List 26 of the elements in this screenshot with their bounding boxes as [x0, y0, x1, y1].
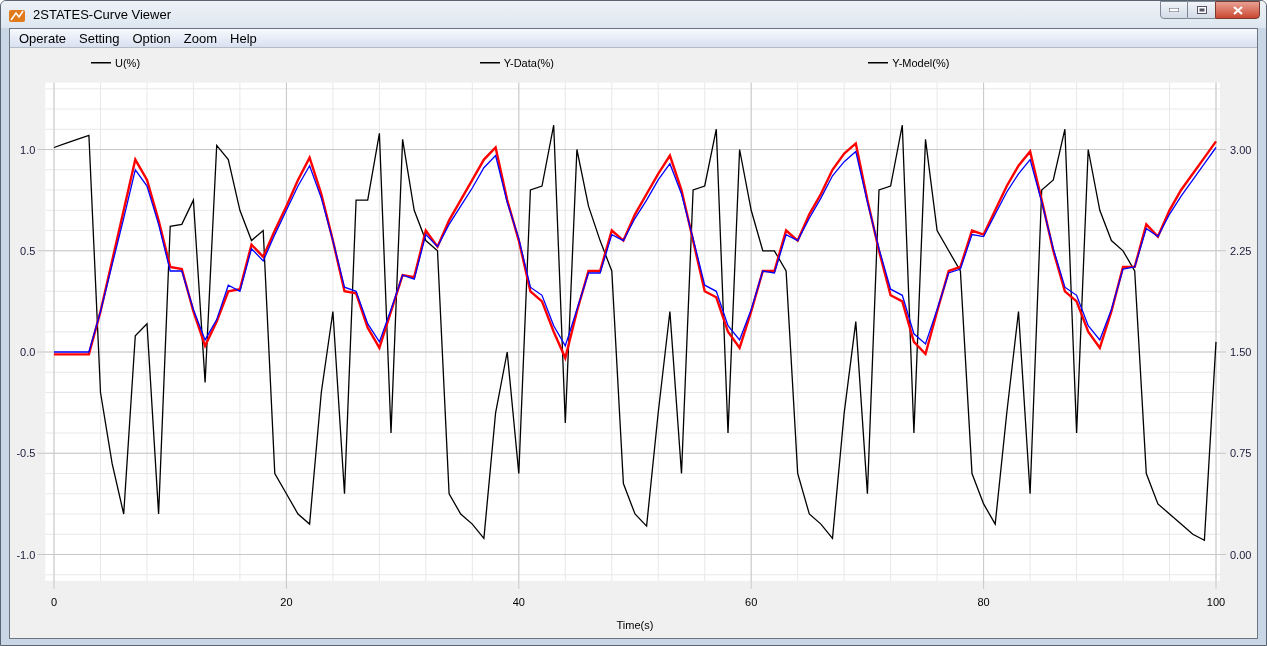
- x-axis-label: Time(s): [616, 618, 654, 631]
- x-tick-label: 100: [1206, 595, 1226, 608]
- legend-label: U(%): [115, 55, 141, 71]
- right-axis-label: 2.25: [1230, 244, 1252, 257]
- x-tick-label: 20: [280, 595, 293, 608]
- y-tick-label: 0.0: [20, 346, 36, 358]
- legend-label: Y-Data(%): [503, 55, 554, 71]
- y-tick-label: -1.0: [16, 548, 36, 561]
- x-tick-label: 60: [745, 595, 758, 608]
- legend-label: Y-Model(%): [892, 55, 950, 71]
- x-tick-label: 80: [977, 595, 990, 608]
- y-tick-label: 0.5: [20, 244, 36, 257]
- x-tick-label: 40: [512, 595, 525, 608]
- menu-item[interactable]: Option: [127, 29, 176, 47]
- menu-item[interactable]: Help: [225, 29, 262, 47]
- y-tick-label: 1.0: [20, 143, 36, 156]
- menu-item[interactable]: Operate: [14, 29, 71, 47]
- menu-item[interactable]: Zoom: [178, 29, 222, 47]
- right-axis-label: 0.00: [1230, 548, 1252, 561]
- right-axis-label: 1.50: [1230, 346, 1252, 358]
- window-title: 2STATES-Curve Viewer: [33, 5, 171, 24]
- right-axis-label: 3.00: [1230, 143, 1252, 156]
- menu-item[interactable]: Setting: [74, 29, 125, 47]
- right-axis-label: 0.75: [1230, 447, 1252, 460]
- x-tick-label: 0: [50, 595, 58, 608]
- y-tick-label: -0.5: [16, 447, 36, 460]
